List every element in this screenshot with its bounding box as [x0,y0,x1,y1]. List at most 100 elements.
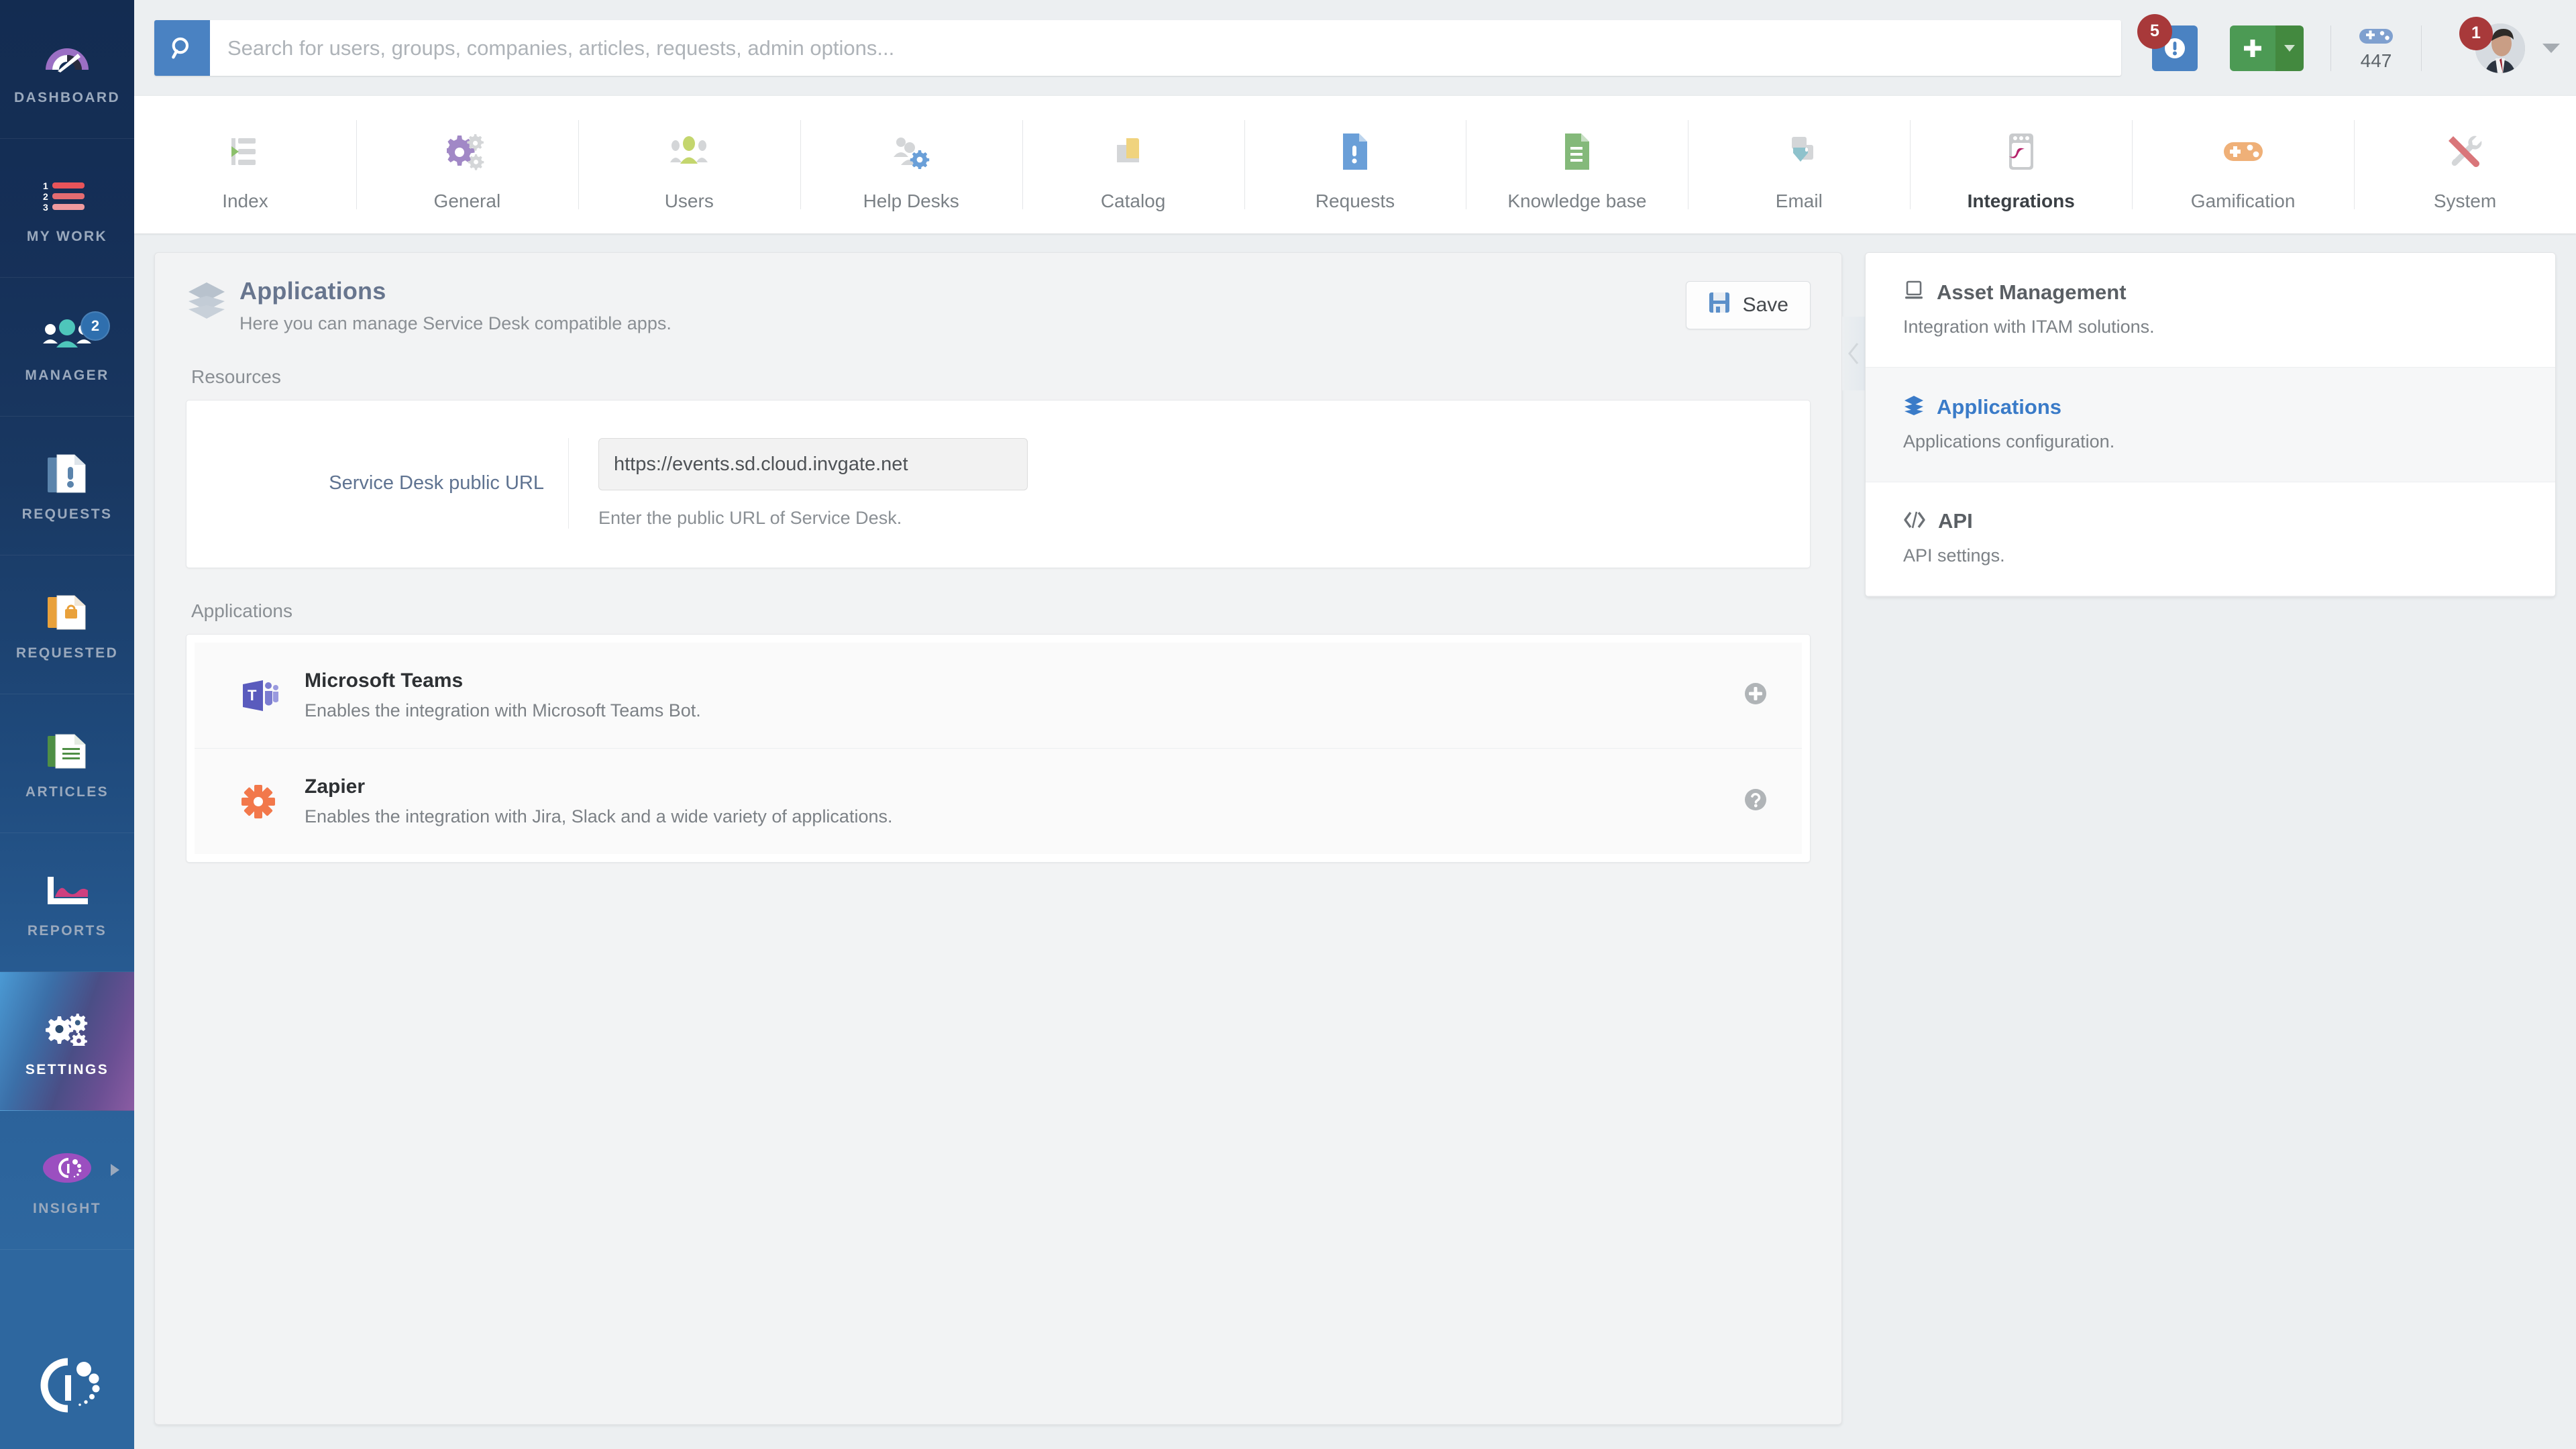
tab-email[interactable]: Email [1688,96,1910,233]
page-title: Applications [239,277,386,305]
sidebar-item-manager[interactable]: 2 MANAGER [0,278,134,417]
resources-section-label: Resources [191,366,281,387]
search-icon [171,37,189,59]
tab-label: Requests [1315,190,1395,211]
divider [2330,25,2331,71]
tab-label: Index [222,190,268,211]
sidebar-item-label: INSIGHT [33,1201,101,1216]
list-item[interactable]: T Microsoft Teams Enables the integratio… [195,643,1802,748]
tab-requests[interactable]: Requests [1244,96,1466,233]
panel-header-text: Applications Here you can manage Service… [239,277,1686,334]
plus-circle-icon[interactable] [1741,680,1770,711]
gamification-points[interactable]: 447 [2358,25,2394,72]
list-item-text: Microsoft Teams Enables the integration … [287,669,1741,721]
list-item[interactable]: Zapier Enables the integration with Jira… [195,748,1802,854]
sidebar-item-label: DASHBOARD [13,90,121,105]
side-item-description: Applications configuration. [1903,431,2115,451]
tab-index[interactable]: Index [134,96,356,233]
panel-header: Applications Here you can manage Service… [186,277,1811,334]
user-menu[interactable]: 1 [2459,16,2525,73]
sidebar-item-reports[interactable]: REPORTS [0,833,134,972]
sidebar-item-label: REQUESTS [21,506,113,522]
request-document-icon [1340,123,1370,180]
gears-icon [447,123,487,180]
save-button[interactable]: Save [1685,281,1811,329]
gamepad-icon [2359,28,2393,44]
chevron-right-icon [111,1164,119,1176]
content-region: Applications Here you can manage Service… [134,233,2576,1449]
list-item-title: Zapier [305,775,366,798]
service-desk-url-field-row: Service Desk public URL Enter the public… [186,400,1810,568]
tab-gamification[interactable]: Gamification [2132,96,2354,233]
sidebar-item-label: ARTICLES [25,784,109,800]
resources-card: Service Desk public URL Enter the public… [186,400,1811,568]
tab-users[interactable]: Users [578,96,800,233]
index-list-icon [226,123,264,180]
code-icon [1903,510,1926,533]
tab-label: Users [664,190,714,211]
layers-icon [1903,394,1925,419]
tab-label: System [2433,190,2497,211]
service-desk-url-help: Enter the public URL of Service Desk. [598,508,902,528]
sidebar-item-applications[interactable]: Applications Applications configuration. [1866,368,2555,482]
caret-down-icon [2284,44,2295,52]
service-desk-url-body: Enter the public URL of Service Desk. [569,438,1028,529]
search-button[interactable] [154,20,210,76]
collapse-panel-button[interactable] [1842,317,1865,390]
svg-text:T: T [248,687,257,704]
service-desk-url-input[interactable] [598,438,1028,490]
sidebar-item-label: SETTINGS [25,1062,109,1077]
tools-icon [2446,123,2485,180]
gamification-count: 447 [2360,50,2392,71]
tab-knowledge-base[interactable]: Knowledge base [1466,96,1688,233]
integrations-side-nav: Asset Management Integration with ITAM s… [1865,252,2556,597]
sidebar-item-insight[interactable]: INSIGHT [0,1111,134,1250]
kb-document-icon [1562,123,1592,180]
tab-system[interactable]: System [2354,96,2576,233]
add-dropdown-button[interactable] [2275,25,2304,71]
gamepad-icon [2222,123,2264,180]
service-desk-url-label: Service Desk public URL [186,438,569,529]
list-item-description: Enables the integration with Microsoft T… [305,700,701,720]
sidebar-item-requested[interactable]: REQUESTED [0,555,134,694]
sidebar-item-label: MY WORK [26,229,108,244]
sidebar-item-asset-management[interactable]: Asset Management Integration with ITAM s… [1866,253,2555,368]
list-item-text: Zapier Enables the integration with Jira… [287,775,1741,827]
monitor-icon [1903,280,1925,305]
sidebar-item-my-work[interactable]: 1 2 3 MY WORK [0,139,134,278]
sidebar-item-api[interactable]: API API settings. [1866,482,2555,596]
invgate-logo-icon [0,1356,134,1414]
tab-general[interactable]: General [356,96,578,233]
sidebar-item-label: MANAGER [25,368,109,383]
floppy-disk-icon [1708,291,1731,319]
tab-catalog[interactable]: Catalog [1022,96,1244,233]
layers-icon [186,281,227,323]
side-item-description: API settings. [1903,545,2005,566]
gauge-icon [0,32,134,82]
alerts-button[interactable]: 5 [2137,13,2198,71]
page-subtitle: Here you can manage Service Desk compati… [239,313,672,333]
side-item-title: Applications [1937,394,2062,419]
applications-section-label: Applications [191,600,292,621]
list-item-title: Microsoft Teams [305,669,464,692]
tab-label: Catalog [1100,190,1166,211]
sidebar-item-settings[interactable]: SETTINGS [0,972,134,1111]
requested-folder-icon [0,588,134,637]
sidebar-item-dashboard[interactable]: DASHBOARD [0,0,134,139]
tab-integrations[interactable]: Integrations [1910,96,2132,233]
svg-text:3: 3 [43,202,48,211]
users-icon [669,123,708,180]
search-input[interactable] [210,20,2121,76]
integrations-icon [2006,123,2036,180]
zapier-icon [229,781,287,822]
add-button[interactable] [2230,25,2275,71]
tab-label: Email [1775,190,1823,211]
left-sidebar: DASHBOARD 1 2 3 MY WORK 2 MANAGER REQUES… [0,0,134,1449]
tab-help-desks[interactable]: Help Desks [800,96,1022,233]
question-circle-icon[interactable] [1741,786,1770,817]
alerts-count-badge: 5 [2137,13,2172,49]
sidebar-item-articles[interactable]: ARTICLES [0,694,134,833]
sidebar-item-requests[interactable]: REQUESTS [0,417,134,555]
add-button-group[interactable] [2230,25,2304,71]
user-menu-caret-icon[interactable] [2542,43,2560,53]
